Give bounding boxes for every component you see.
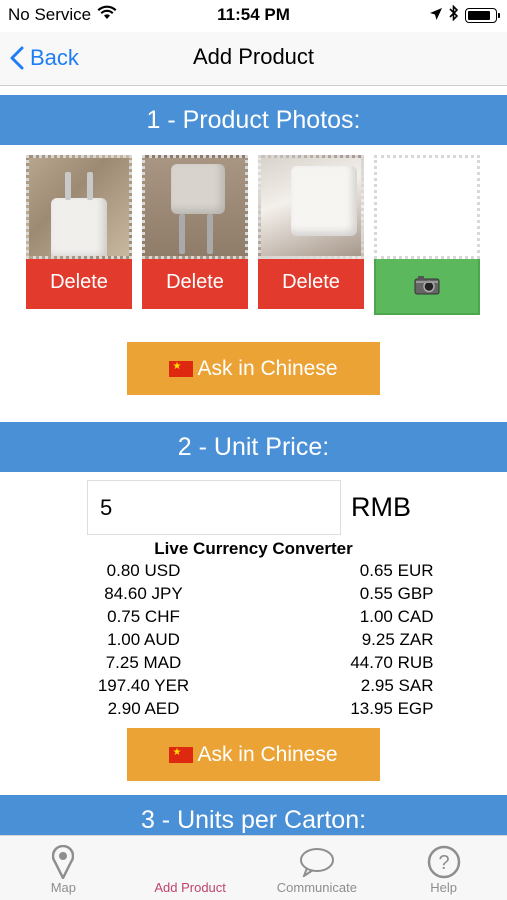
rate-right: 44.70 RUB [350,653,434,672]
price-row: RMB [0,480,507,535]
section-header-price: 2 - Unit Price: [0,422,507,472]
status-bar: No Service 11:54 PM [0,0,507,32]
svg-text:?: ? [438,852,449,874]
rate-left: 197.40 YER [97,676,190,695]
photos-row: Delete Delete Delete [0,145,507,315]
currency-rates: 0.80 USD 0.65 EUR 84.60 JPY 0.55 GBP 0.75 … [74,559,434,720]
rate-row: 7.25 MAD 44.70 RUB [74,651,434,674]
rate-left: 84.60 JPY [104,584,183,603]
tab-bar: Map Add Product Communicate ? Help [0,835,507,900]
ask-in-chinese-photos-button[interactable]: Ask in Chinese [127,342,380,395]
tab-map[interactable]: Map [0,836,127,900]
photo-slot-1: Delete [26,155,132,315]
section-header-photos: 1 - Product Photos: [0,95,507,145]
tab-label: Help [430,880,457,895]
tab-help[interactable]: ? Help [380,836,507,900]
take-photo-button[interactable] [374,255,480,315]
rate-row: 2.90 AED 13.95 EGP [74,697,434,720]
currency-label: RMB [351,492,411,522]
rate-left: 1.00 AUD [107,630,180,649]
tab-add-product[interactable]: Add Product [127,836,254,900]
empty-photo-slot[interactable] [374,155,480,259]
tab-label: Communicate [276,880,357,895]
photo-slot-2: Delete [142,155,248,315]
back-label: Back [30,45,79,70]
product-photo-3[interactable] [258,155,364,259]
ask-button-label: Ask in Chinese [197,356,338,380]
ask-in-chinese-price-button[interactable]: Ask in Chinese [127,728,380,781]
rate-right: 0.65 EUR [359,561,434,580]
ask-button-label: Ask in Chinese [197,742,338,766]
chat-bubble-icon [299,848,334,877]
map-pin-icon [52,845,75,879]
tab-label: Add Product [154,880,226,895]
delete-photo-2-button[interactable]: Delete [142,255,248,309]
rate-row: 197.40 YER 2.95 SAR [74,674,434,697]
camera-icon [414,276,440,295]
help-icon: ? [427,845,460,879]
china-flag-icon [169,360,194,377]
rate-left: 0.75 CHF [107,607,180,626]
delete-photo-3-button[interactable]: Delete [258,255,364,309]
rate-right: 1.00 CAD [359,607,434,626]
bluetooth-icon [449,4,459,26]
section-header-carton: 3 - Units per Carton: [0,795,507,835]
china-flag-icon [169,746,194,763]
content-scroll-view[interactable]: 1 - Product Photos: Delete Delete Delete [0,87,507,835]
photo-slot-4 [374,155,480,315]
unit-price-input[interactable] [87,480,341,535]
product-photo-1[interactable] [26,155,132,259]
rate-row: 84.60 JPY 0.55 GBP [74,582,434,605]
tab-communicate[interactable]: Communicate [254,836,381,900]
converter-title: Live Currency Converter [154,539,353,558]
rate-right: 9.25 ZAR [361,630,434,649]
navigation-bar: Back Add Product [0,32,507,86]
rate-right: 2.95 SAR [360,676,434,695]
rate-row: 1.00 AUD 9.25 ZAR [74,628,434,651]
rate-right: 13.95 EGP [350,699,434,718]
back-button[interactable]: Back [10,40,79,76]
battery-icon [465,8,500,23]
rate-left: 2.90 AED [107,699,180,718]
rate-row: 0.75 CHF 1.00 CAD [74,605,434,628]
rate-row: 0.80 USD 0.65 EUR [74,559,434,582]
rate-left: 0.80 USD [106,561,181,580]
chevron-left-icon [10,46,24,70]
product-photo-2[interactable] [142,155,248,259]
delete-photo-1-button[interactable]: Delete [26,255,132,309]
rate-left: 7.25 MAD [105,653,182,672]
tab-label: Map [50,880,77,895]
location-arrow-icon [429,6,443,26]
rate-right: 0.55 GBP [359,584,434,603]
photo-slot-3: Delete [258,155,364,315]
